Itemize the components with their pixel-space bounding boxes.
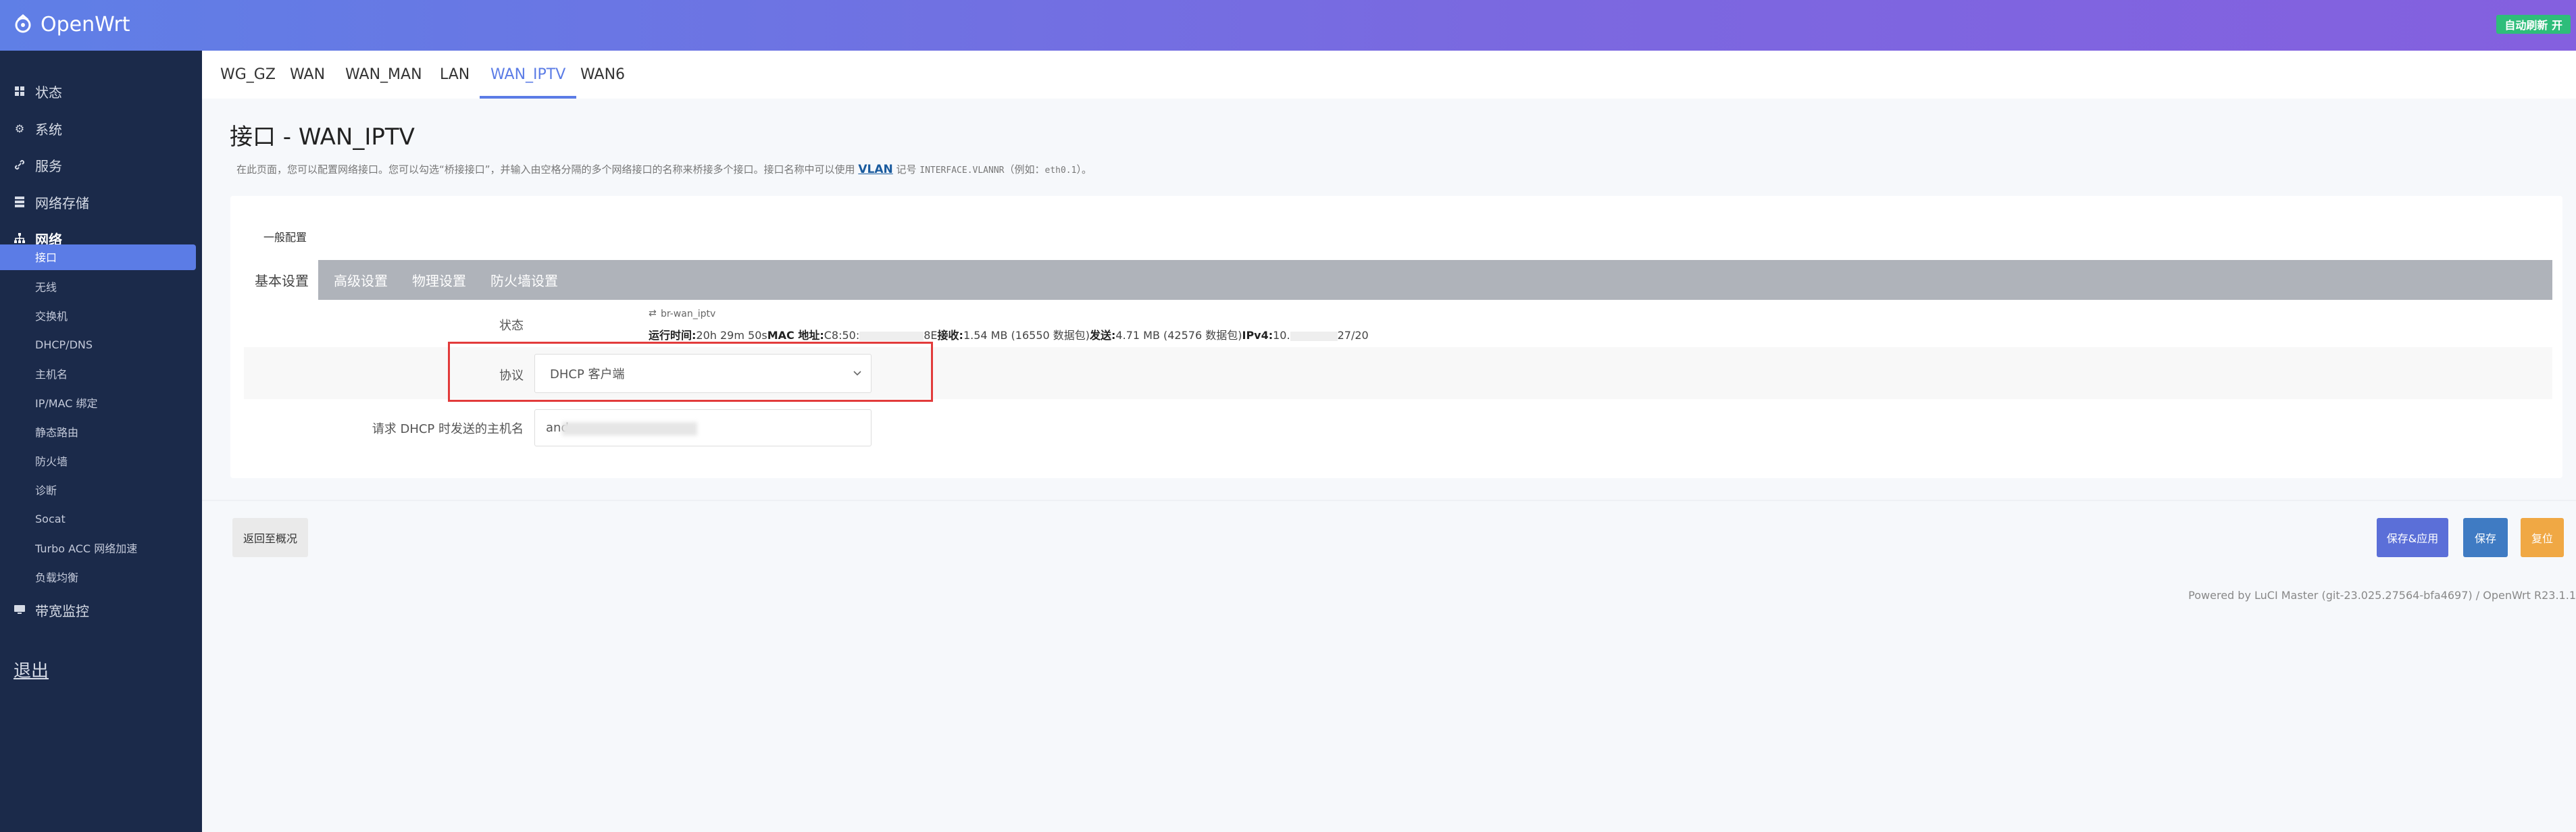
config-subtabs: 基本设置 高级设置 物理设置 防火墙设置 — [244, 260, 2552, 300]
dashboard-icon — [14, 85, 26, 97]
sidebar-subitem-static-routes[interactable]: 静态路由 — [0, 418, 202, 445]
sidebar-subitem-hostnames[interactable]: 主机名 — [0, 360, 202, 387]
sidebar-subitem-label: 防火墙 — [35, 455, 68, 468]
sidebar-subitem-turbo-acc[interactable]: Turbo ACC 网络加速 — [0, 534, 202, 561]
auto-refresh-toggle[interactable]: 自动刷新 开 — [2496, 15, 2571, 34]
redacted-hostname — [562, 422, 697, 436]
subtab-basic[interactable]: 基本设置 — [244, 260, 318, 300]
sidebar-subitem-label: Turbo ACC 网络加速 — [35, 542, 138, 555]
sidebar-subitem-label: 静态路由 — [35, 426, 79, 439]
sidebar: 状态 ⚙ 系统 服务 网络存储 网络 接口 无线 交换机 DHCP/DNS 主机… — [0, 51, 202, 832]
sidebar-subitem-label: 诊断 — [35, 484, 57, 497]
openwrt-logo-icon — [15, 14, 31, 33]
rx-value: 1.54 MB (16550 数据包) — [963, 329, 1090, 342]
sidebar-item-label: 服务 — [35, 157, 62, 174]
uptime-value: 20h 29m 50s — [696, 329, 767, 342]
gear-icon: ⚙ — [14, 122, 25, 135]
divider — [202, 500, 2576, 501]
subtab-physical[interactable]: 物理设置 — [412, 260, 466, 300]
desc-text: 记号 — [892, 163, 920, 176]
tx-label: 发送: — [1090, 329, 1116, 342]
status-label: 状态 — [499, 319, 524, 333]
tab-wg-gz[interactable]: WG_GZ — [220, 51, 276, 99]
save-button[interactable]: 保存 — [2463, 518, 2508, 557]
tab-wan-iptv[interactable]: WAN_IPTV — [479, 51, 577, 99]
sidebar-item-bandwidth[interactable]: 带宽监控 — [0, 595, 202, 625]
subtab-advanced[interactable]: 高级设置 — [334, 260, 388, 300]
ipv4-prefix: 10. — [1273, 329, 1290, 342]
monitor-icon — [14, 604, 26, 616]
sidebar-subitem-label: 无线 — [35, 281, 57, 294]
page-title: 接口 - WAN_IPTV — [230, 124, 415, 151]
sidebar-subitem-ip-mac-binding[interactable]: IP/MAC 绑定 — [0, 389, 202, 416]
sidebar-subitem-label: 接口 — [35, 251, 57, 264]
sidebar-subitem-label: 主机名 — [35, 368, 68, 381]
sidebar-item-label: 网络存储 — [35, 194, 89, 211]
section-title: 一般配置 — [263, 231, 307, 244]
sidebar-subitem-label: IP/MAC 绑定 — [35, 397, 98, 410]
sidebar-subitem-diagnostics[interactable]: 诊断 — [0, 476, 202, 503]
ipv4-label: IPv4: — [1242, 329, 1273, 342]
sidebar-item-services[interactable]: 服务 — [0, 150, 202, 180]
redacted-ip — [1290, 331, 1338, 341]
annotation-highlight-box — [448, 342, 933, 402]
sidebar-item-label: 带宽监控 — [35, 602, 89, 619]
interface-icon: ⇄ — [649, 308, 657, 319]
tab-wan[interactable]: WAN — [290, 51, 325, 99]
page-description: 在此页面，您可以配置网络接口。您可以勾选“桥接接口”，并输入由空格分隔的多个网络… — [236, 162, 1092, 176]
hostname-label: 请求 DHCP 时发送的主机名 — [372, 422, 524, 436]
tx-value: 4.71 MB (42576 数据包) — [1115, 329, 1242, 342]
sidebar-subitem-firewall[interactable]: 防火墙 — [0, 447, 202, 474]
brand-name: OpenWrt — [41, 12, 130, 36]
sidebar-item-nas[interactable]: 网络存储 — [0, 187, 202, 217]
subtab-firewall[interactable]: 防火墙设置 — [490, 260, 558, 300]
sidebar-item-label: 系统 — [35, 121, 62, 138]
desc-text: ）。 — [1076, 163, 1092, 176]
link-icon — [14, 159, 26, 171]
redacted-mac — [859, 331, 924, 341]
sidebar-subitem-interfaces[interactable]: 接口 — [0, 243, 196, 270]
sidebar-subitem-load-balancing[interactable]: 负载均衡 — [0, 563, 202, 590]
hostname-input[interactable]: and — [534, 409, 872, 446]
desc-text: （例如： — [1004, 163, 1045, 176]
status-interface-name: br-wan_iptv — [661, 309, 716, 319]
powered-by-footer: Powered by LuCI Master (git-23.025.27564… — [2188, 589, 2576, 602]
brand[interactable]: OpenWrt — [12, 11, 130, 38]
desc-text: 在此页面，您可以配置网络接口。您可以勾选“桥接接口”，并输入由空格分隔的多个网络… — [236, 163, 859, 176]
selected-highlight — [0, 244, 196, 270]
tab-wan6[interactable]: WAN6 — [580, 51, 625, 99]
desc-code: INTERFACE.VLANNR — [919, 165, 1005, 176]
mac-value-suffix: 8E — [924, 329, 938, 342]
sidebar-subitem-label: DHCP/DNS — [35, 338, 93, 351]
sidebar-subitem-label: 负载均衡 — [35, 571, 79, 584]
interface-tabbar: WG_GZ WAN WAN_MAN LAN WAN_IPTV WAN6 — [202, 51, 2576, 99]
sidebar-subitem-socat[interactable]: Socat — [0, 505, 202, 532]
sidebar-subitem-label: Socat — [35, 512, 66, 525]
mac-value-prefix: C8:50: — [824, 329, 860, 342]
sidebar-item-status[interactable]: 状态 — [0, 76, 202, 106]
desc-code: eth0.1 — [1044, 165, 1077, 176]
vlan-link[interactable]: VLAN — [858, 163, 892, 176]
back-to-overview-button[interactable]: 返回至概况 — [232, 518, 308, 557]
sidebar-item-label: 状态 — [35, 84, 62, 101]
tab-wan-man[interactable]: WAN_MAN — [345, 51, 422, 99]
sidebar-subitem-label: 交换机 — [35, 310, 68, 323]
mac-label: MAC 地址: — [767, 329, 824, 342]
tab-lan[interactable]: LAN — [440, 51, 470, 99]
uptime-label: 运行时间: — [649, 329, 697, 342]
sidebar-subitem-wireless[interactable]: 无线 — [0, 273, 202, 300]
logout-link[interactable]: 退出 — [14, 657, 49, 682]
reset-button[interactable]: 复位 — [2521, 518, 2564, 557]
rx-label: 接收: — [937, 329, 963, 342]
sidebar-subitem-dhcp-dns[interactable]: DHCP/DNS — [0, 331, 202, 358]
sidebar-subitem-switch[interactable]: 交换机 — [0, 302, 202, 329]
top-header: OpenWrt 自动刷新 开 — [0, 0, 2576, 51]
ipv4-suffix: 27/20 — [1337, 329, 1369, 342]
storage-icon — [14, 196, 26, 208]
sidebar-item-system[interactable]: ⚙ 系统 — [0, 113, 202, 143]
save-apply-button[interactable]: 保存&应用 — [2377, 518, 2448, 557]
status-details: 运行时间:20h 29m 50sMAC 地址:C8:50: 8E接收:1.54 M… — [649, 326, 1369, 342]
